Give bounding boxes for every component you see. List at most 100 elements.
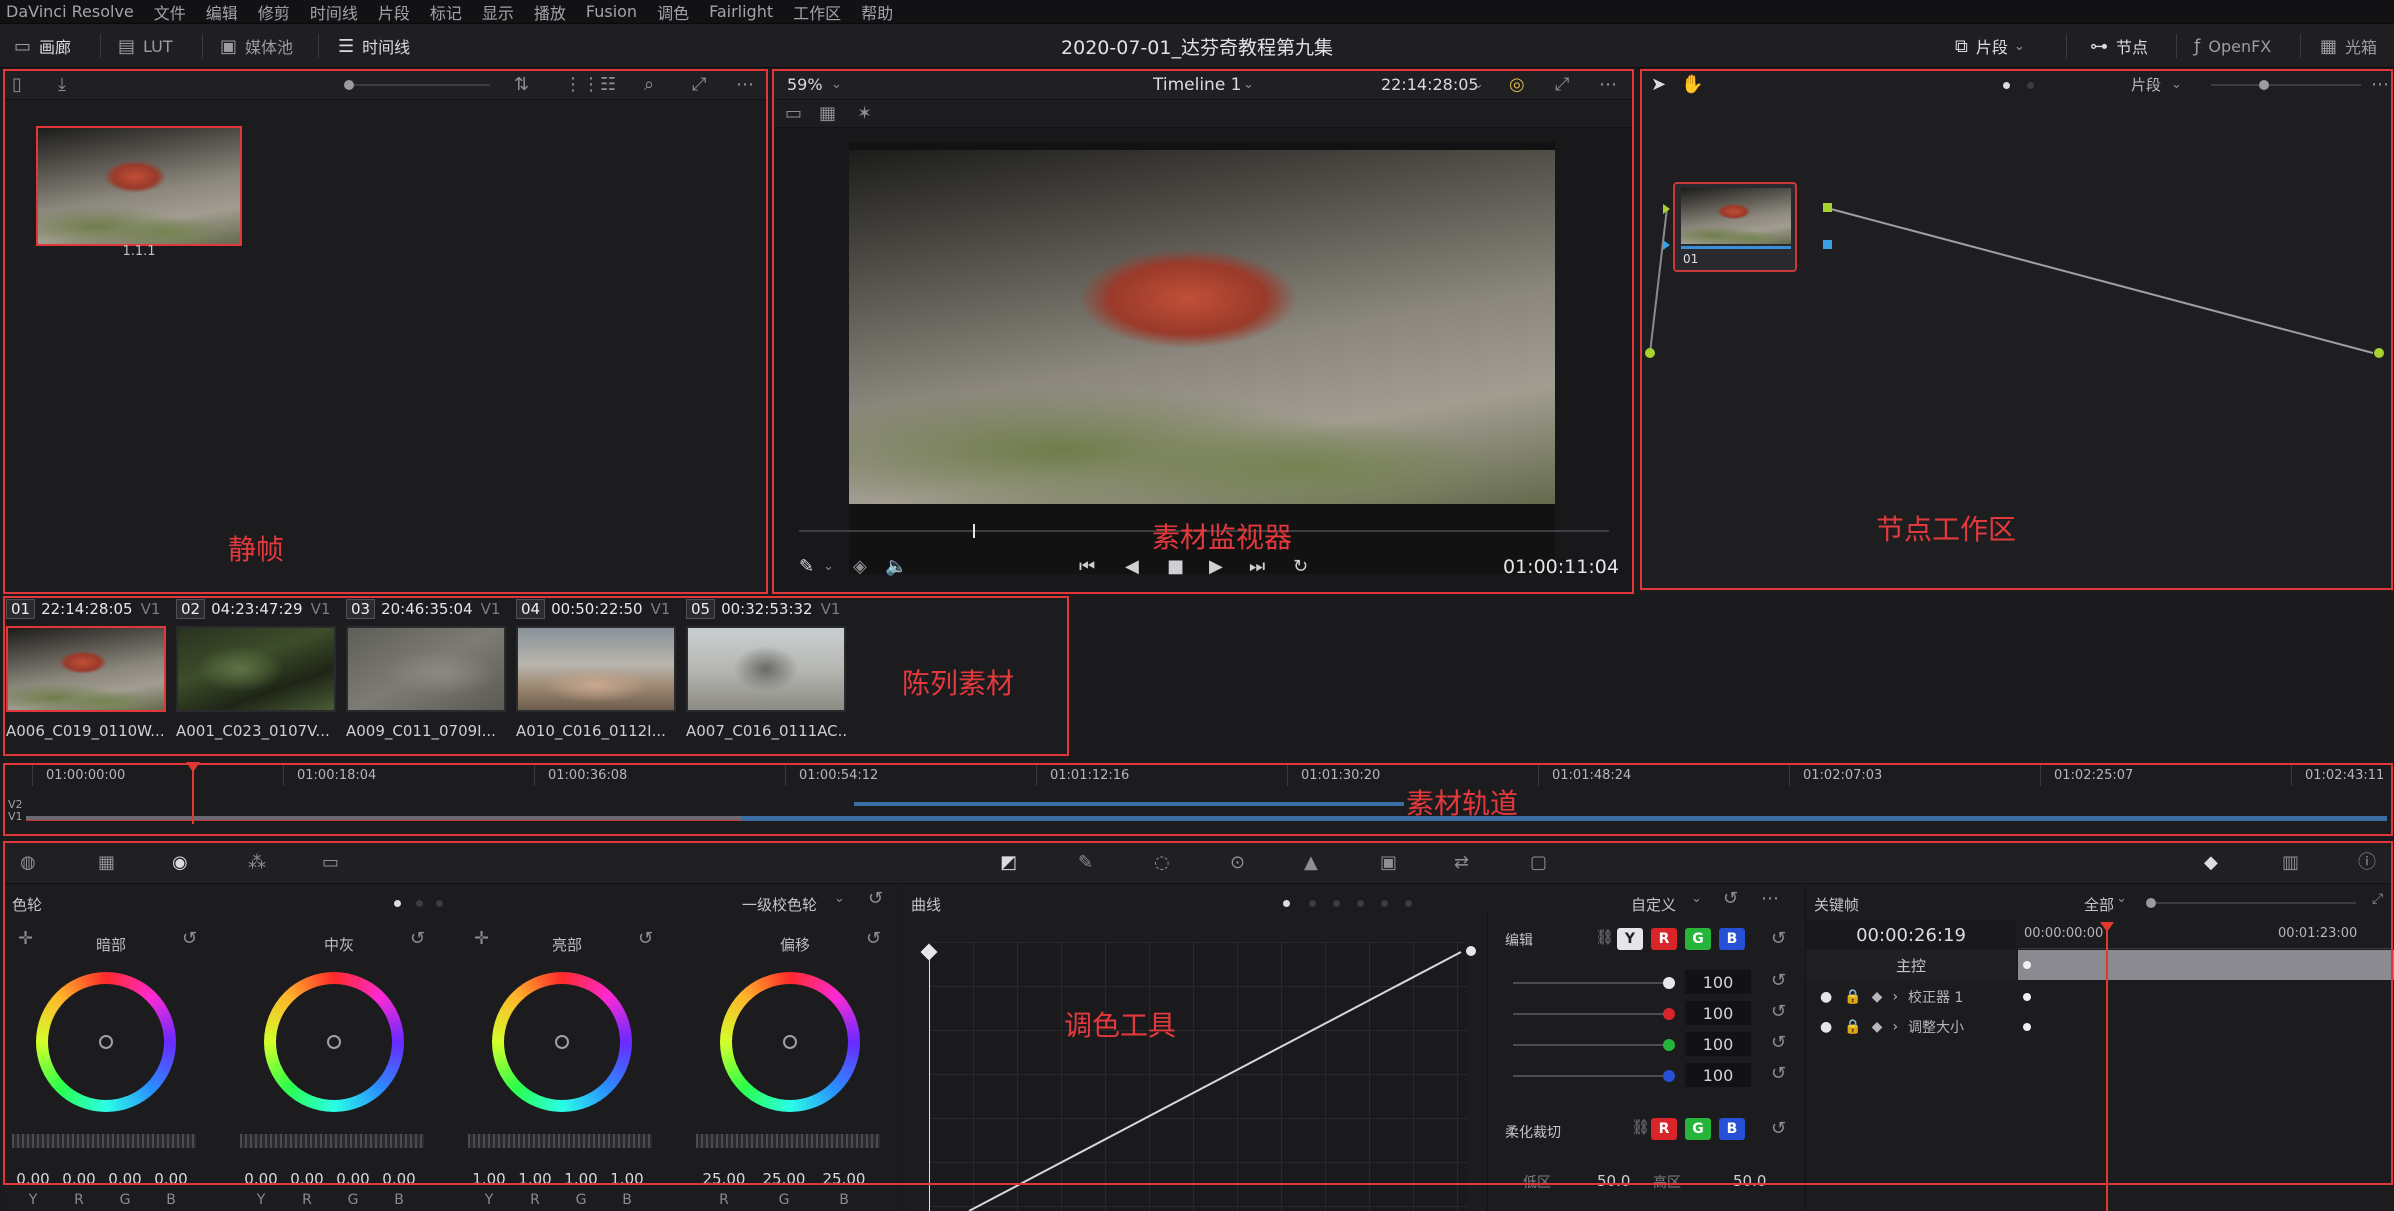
node-01[interactable]: 01: [1673, 182, 1797, 272]
openfx-button[interactable]: ƒ OpenFX: [2194, 24, 2271, 68]
color-wheels-icon[interactable]: ◉: [172, 848, 188, 878]
chevron-down-icon[interactable]: ⌄: [1243, 70, 1254, 100]
camera-raw-icon[interactable]: ◍: [20, 848, 36, 878]
blue-intensity-value[interactable]: 100: [1685, 1063, 1751, 1087]
clip-thumbnail[interactable]: [176, 626, 336, 712]
motion-effects-icon[interactable]: ▭: [322, 848, 339, 878]
reset-icon[interactable]: ↺: [1771, 997, 1786, 1027]
page-dot[interactable]: [1381, 900, 1388, 907]
reset-icon[interactable]: ↺: [1723, 884, 1738, 914]
v2-clip-bar[interactable]: [854, 802, 1404, 806]
kf-dot[interactable]: [2023, 961, 2031, 969]
skip-start-icon[interactable]: ⏮: [1079, 552, 1095, 582]
wheel-center[interactable]: [783, 1035, 797, 1049]
expand-icon[interactable]: ⤢: [2372, 884, 2383, 914]
3d-icon[interactable]: ▢: [1530, 848, 1547, 878]
wheel-value[interactable]: 0.00: [58, 1170, 100, 1188]
gallery-button[interactable]: ▭ 画廊: [14, 24, 71, 68]
kf-row-master[interactable]: 主控: [1806, 950, 2016, 980]
chevron-down-icon[interactable]: ⌄: [831, 70, 842, 100]
page-dot[interactable]: [436, 900, 443, 907]
red-intensity-slider[interactable]: [1513, 1013, 1667, 1015]
red-intensity-handle[interactable]: [1663, 1008, 1675, 1020]
volume-icon[interactable]: 🔈: [885, 552, 907, 582]
more-icon[interactable]: ⋯: [1761, 884, 1779, 914]
softclip-b-button[interactable]: B: [1719, 1118, 1745, 1140]
master-wheel-slider[interactable]: [468, 1134, 652, 1148]
kf-playhead[interactable]: [2106, 926, 2108, 1211]
master-wheel-slider[interactable]: [240, 1134, 424, 1148]
curves-preset-dropdown[interactable]: 自定义: [1631, 894, 1676, 915]
reset-icon[interactable]: ↺: [866, 924, 881, 954]
play-icon[interactable]: ▶: [1209, 552, 1223, 582]
green-intensity-slider[interactable]: [1513, 1044, 1667, 1046]
channel-y-button[interactable]: Y: [1617, 928, 1643, 950]
menu-item[interactable]: 播放: [534, 0, 566, 24]
page-dot[interactable]: [1405, 900, 1412, 907]
channel-b-button[interactable]: B: [1719, 928, 1745, 950]
kf-master-track[interactable]: [2018, 950, 2394, 980]
lut-button[interactable]: ▤ LUT: [118, 24, 173, 68]
expand-icon[interactable]: ⤢: [692, 70, 706, 100]
more-icon[interactable]: ⋯: [1599, 70, 1617, 100]
keyframes-filter-dropdown[interactable]: 全部: [2084, 894, 2114, 915]
clips-dropdown[interactable]: ⧉ 片段 ⌄: [1955, 24, 2033, 68]
chevron-right-icon[interactable]: ›: [1892, 1019, 1898, 1035]
v1-clip-bar[interactable]: [742, 816, 2387, 821]
color-match-icon[interactable]: ▦: [98, 848, 115, 878]
split-screen-icon[interactable]: ▦: [819, 100, 836, 128]
page-dot[interactable]: [1283, 900, 1290, 907]
more-icon[interactable]: ⋯: [736, 70, 754, 100]
scopes-icon[interactable]: ▥: [2282, 848, 2299, 878]
bypass-icon[interactable]: ◎: [1509, 70, 1525, 100]
reset-icon[interactable]: ↺: [638, 924, 653, 954]
scrub-playhead[interactable]: [973, 524, 975, 538]
wheel-value[interactable]: 0.00: [286, 1170, 328, 1188]
reset-icon[interactable]: ↺: [868, 884, 883, 914]
menu-item[interactable]: 时间线: [310, 0, 358, 24]
timeline-name[interactable]: Timeline 1: [1153, 70, 1242, 100]
wheel-value[interactable]: 1.00: [606, 1170, 648, 1188]
high-value[interactable]: 50.0: [1733, 1172, 1766, 1190]
reset-icon[interactable]: ↺: [1771, 1028, 1786, 1058]
layers-icon[interactable]: ◈: [853, 552, 867, 582]
luma-intensity-value[interactable]: 100: [1685, 970, 1751, 994]
wheel-value[interactable]: 25.00: [756, 1170, 812, 1188]
blue-intensity-handle[interactable]: [1663, 1070, 1675, 1082]
channel-g-button[interactable]: G: [1685, 928, 1711, 950]
page-dot[interactable]: [1309, 900, 1316, 907]
grid-view-icon[interactable]: ⋮⋮: [564, 70, 600, 100]
media-pool-button[interactable]: ▣ 媒体池: [220, 24, 293, 68]
wheel-value[interactable]: 1.00: [468, 1170, 510, 1188]
page-dot[interactable]: [394, 900, 401, 907]
luma-intensity-slider[interactable]: [1513, 982, 1667, 984]
key-icon[interactable]: ▣: [1380, 848, 1397, 878]
nodes-button[interactable]: ⊶ 节点: [2090, 24, 2148, 68]
thumb-size-handle[interactable]: [344, 80, 354, 90]
softclip-g-button[interactable]: G: [1685, 1118, 1711, 1140]
sort-icon[interactable]: ⇅: [514, 70, 529, 100]
zoom-level[interactable]: 59%: [787, 70, 823, 100]
curve-end-point[interactable]: [1466, 946, 1476, 956]
low-value[interactable]: 50.0: [1597, 1172, 1630, 1190]
kf-zoom-handle[interactable]: [2146, 898, 2156, 908]
search-icon[interactable]: ⌕: [644, 70, 654, 100]
wheel-center[interactable]: [327, 1035, 341, 1049]
node-rgb-output[interactable]: [1823, 203, 1832, 212]
play-reverse-icon[interactable]: ◀: [1125, 552, 1139, 582]
wheel-value[interactable]: 0.00: [12, 1170, 54, 1188]
softclip-r-button[interactable]: R: [1651, 1118, 1677, 1140]
page-dot[interactable]: [1333, 900, 1340, 907]
sidebar-toggle-icon[interactable]: ▯: [12, 70, 22, 100]
diamond-icon[interactable]: ◆: [1872, 989, 1883, 1005]
menu-item[interactable]: 文件: [154, 0, 186, 24]
wheel-center[interactable]: [99, 1035, 113, 1049]
fullscreen-icon[interactable]: ⤢: [1555, 70, 1569, 100]
kf-dot[interactable]: [2023, 993, 2031, 1001]
chevron-down-icon[interactable]: ⌄: [834, 884, 845, 914]
reset-icon[interactable]: ↺: [1771, 924, 1786, 954]
node-key-input[interactable]: [1663, 240, 1670, 250]
node-key-output[interactable]: [1823, 240, 1832, 249]
wheel-center[interactable]: [555, 1035, 569, 1049]
list-view-icon[interactable]: ☷: [600, 70, 616, 100]
